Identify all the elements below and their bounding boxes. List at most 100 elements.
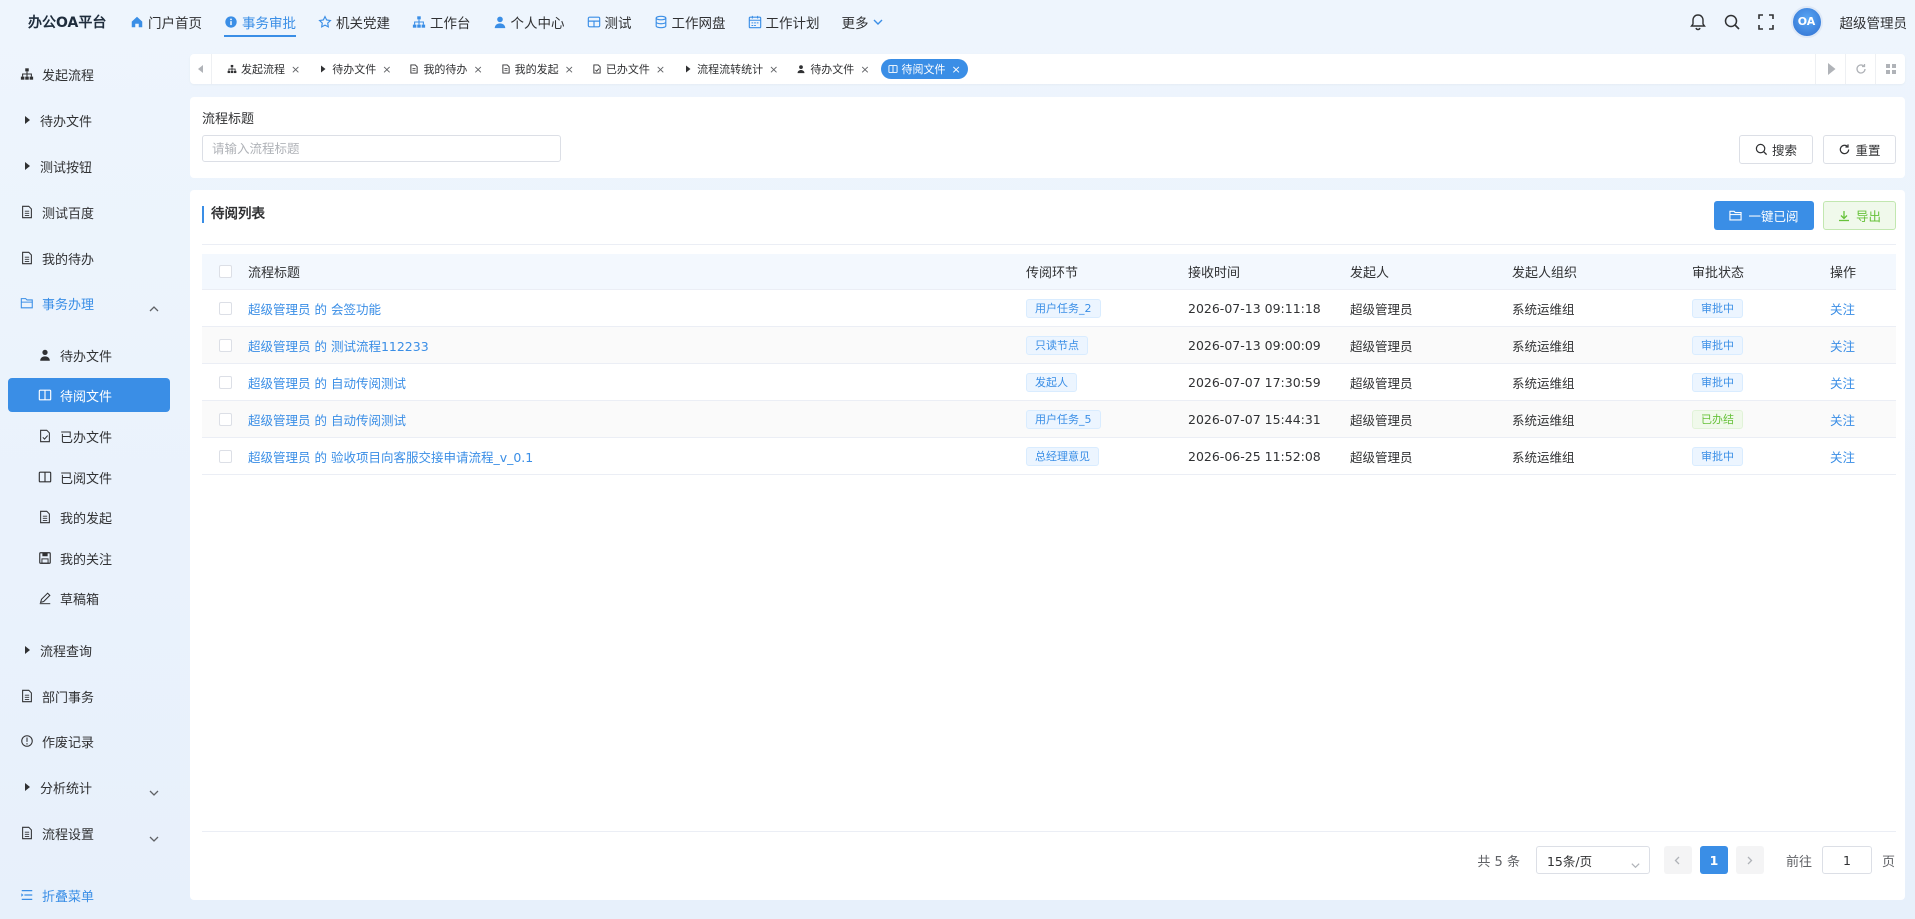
sitemap-icon (227, 64, 241, 74)
nav-more[interactable]: 更多 (842, 0, 884, 43)
row-checkbox[interactable] (218, 338, 232, 352)
close-icon[interactable]: × (860, 63, 869, 76)
list-panel: 待阅列表 一键已阅 导出 流程标题 传阅环节 接收时间 发起人 发起人组织 审批… (190, 190, 1905, 900)
export-button[interactable]: 导出 (1823, 201, 1896, 230)
row-checkbox[interactable] (218, 301, 232, 315)
column-header-title: 流程标题 (248, 266, 301, 281)
tab-flow-stats[interactable]: 流程流转统计 × (676, 59, 785, 79)
column-header-org: 发起人组织 (1512, 266, 1578, 281)
read-all-button[interactable]: 一键已阅 (1714, 201, 1814, 230)
sidebar-item-read[interactable]: 已阅文件 (8, 460, 170, 494)
sidebar-item-my-initiated[interactable]: 我的发起 (8, 500, 170, 534)
follow-link[interactable]: 关注 (1830, 450, 1855, 465)
sidebar-item-sub-pending[interactable]: 待办文件 (8, 338, 170, 372)
sidebar-item-void-records[interactable]: 作废记录 (8, 724, 170, 758)
tabs-menu-button[interactable] (1875, 54, 1905, 84)
search-input[interactable] (202, 135, 561, 162)
nav-plan-label: 工作计划 (765, 15, 820, 32)
sidebar-item-label: 流程设置 (42, 827, 95, 843)
nav-approval-label: 事务审批 (242, 15, 296, 32)
sidebar-item-start-process[interactable]: 发起流程 (8, 57, 170, 91)
sidebar-item-label: 待办文件 (40, 114, 93, 130)
sidebar-item-my-todo[interactable]: 我的待办 (8, 241, 170, 275)
row-title-link[interactable]: 超级管理员 的 自动传阅测试 (248, 413, 406, 428)
goto-page-input[interactable] (1821, 846, 1872, 874)
sidebar-item-affairs[interactable]: 事务办理 (8, 286, 170, 320)
row-checkbox[interactable] (218, 412, 232, 426)
sidebar-item-process-query[interactable]: 流程查询 (8, 633, 170, 667)
sidebar-item-analytics[interactable]: 分析统计 (8, 770, 170, 804)
grid-icon (1885, 63, 1897, 75)
follow-link[interactable]: 关注 (1830, 376, 1855, 391)
nav-party[interactable]: 机关党建 (318, 0, 390, 43)
close-icon[interactable]: × (952, 63, 961, 76)
tab-pending-files-2[interactable]: 待办文件 × (789, 59, 876, 79)
search-button[interactable]: 搜索 (1739, 135, 1813, 164)
reset-button[interactable]: 重置 (1823, 135, 1896, 164)
page-size-select[interactable]: 15条/页 (1535, 846, 1650, 874)
avatar[interactable]: OA (1790, 5, 1823, 38)
sidebar-item-label: 作废记录 (42, 735, 95, 751)
row-title-link[interactable]: 超级管理员 的 验收项目向客服交接申请流程_v_0.1 (248, 450, 533, 465)
sidebar-item-pending-files[interactable]: 待办文件 (8, 103, 170, 137)
nav-plan[interactable]: 工作计划 (748, 0, 820, 43)
tabs-scroll-right[interactable] (1815, 54, 1845, 84)
tab-start-process[interactable]: 发起流程 × (220, 59, 307, 79)
sidebar-item-done[interactable]: 已办文件 (8, 419, 170, 453)
row-checkbox[interactable] (218, 375, 232, 389)
sidebar-item-to-read[interactable]: 待阅文件 (8, 378, 170, 412)
status-badge: 已办结 (1692, 409, 1743, 429)
nav-home[interactable]: 门户首页 (130, 0, 202, 43)
tab-pending-files[interactable]: 待办文件 × (311, 59, 398, 79)
row-title-link[interactable]: 超级管理员 的 会签功能 (248, 302, 381, 317)
tabs-scroll-left[interactable] (190, 54, 212, 84)
nav-netdisk[interactable]: 工作网盘 (654, 0, 726, 43)
next-page-button[interactable] (1735, 846, 1764, 874)
fullscreen-icon[interactable] (1757, 13, 1791, 31)
nav-approval[interactable]: 事务审批 (224, 0, 296, 43)
select-all-checkbox[interactable] (218, 265, 232, 278)
collapse-menu-button[interactable]: 折叠菜单 (8, 878, 170, 912)
bell-icon[interactable] (1689, 13, 1723, 31)
follow-link[interactable]: 关注 (1830, 339, 1855, 354)
row-title-link[interactable]: 超级管理员 的 自动传阅测试 (248, 376, 406, 391)
page-number[interactable]: 1 (1699, 846, 1728, 874)
sidebar-item-test-button[interactable]: 测试按钮 (8, 149, 170, 183)
refresh-button[interactable] (1845, 54, 1875, 84)
tab-label: 我的待办 (423, 63, 468, 76)
nav-test[interactable]: 测试 (587, 0, 632, 43)
sidebar-item-my-follow[interactable]: 我的关注 (8, 541, 170, 575)
user-icon (493, 15, 511, 29)
close-icon[interactable]: × (656, 63, 665, 76)
close-icon[interactable]: × (565, 63, 574, 76)
search-icon[interactable] (1723, 13, 1757, 31)
close-icon[interactable]: × (382, 63, 391, 76)
row-initiator: 超级管理员 (1350, 301, 1413, 317)
nav-workbench[interactable]: 工作台 (412, 0, 471, 43)
book-icon (38, 388, 60, 402)
sidebar-item-label: 我的关注 (60, 552, 113, 568)
follow-link[interactable]: 关注 (1830, 302, 1855, 317)
nav-home-label: 门户首页 (148, 15, 202, 32)
follow-link[interactable]: 关注 (1830, 413, 1855, 428)
table-row: 超级管理员 的 自动传阅测试 用户任务_5 2026-07-07 15:44:3… (202, 401, 1896, 438)
caret-right-icon (20, 115, 40, 125)
nav-personal[interactable]: 个人中心 (493, 0, 565, 43)
prev-page-button[interactable] (1663, 846, 1692, 874)
tab-my-initiated[interactable]: 我的发起 × (494, 59, 581, 79)
close-icon[interactable]: × (473, 63, 482, 76)
sidebar-item-settings[interactable]: 流程设置 (8, 816, 170, 850)
table-row: 超级管理员 的 测试流程112233 只读节点 2026-07-13 09:00… (202, 327, 1896, 364)
sidebar-item-test-baidu[interactable]: 测试百度 (8, 195, 170, 229)
tab-my-todo[interactable]: 我的待办 × (402, 59, 489, 79)
sidebar-item-drafts[interactable]: 草稿箱 (8, 581, 170, 615)
tab-done-files[interactable]: 已办文件 × (585, 59, 672, 79)
row-checkbox[interactable] (218, 449, 232, 463)
row-title-link[interactable]: 超级管理员 的 测试流程112233 (248, 339, 429, 354)
username[interactable]: 超级管理员 (1840, 12, 1908, 32)
total-count: 共 5 条 (1477, 854, 1520, 870)
sidebar-item-department[interactable]: 部门事务 (8, 679, 170, 713)
close-icon[interactable]: × (291, 63, 300, 76)
tab-to-read[interactable]: 待阅文件 × (880, 59, 968, 79)
close-icon[interactable]: × (769, 63, 778, 76)
